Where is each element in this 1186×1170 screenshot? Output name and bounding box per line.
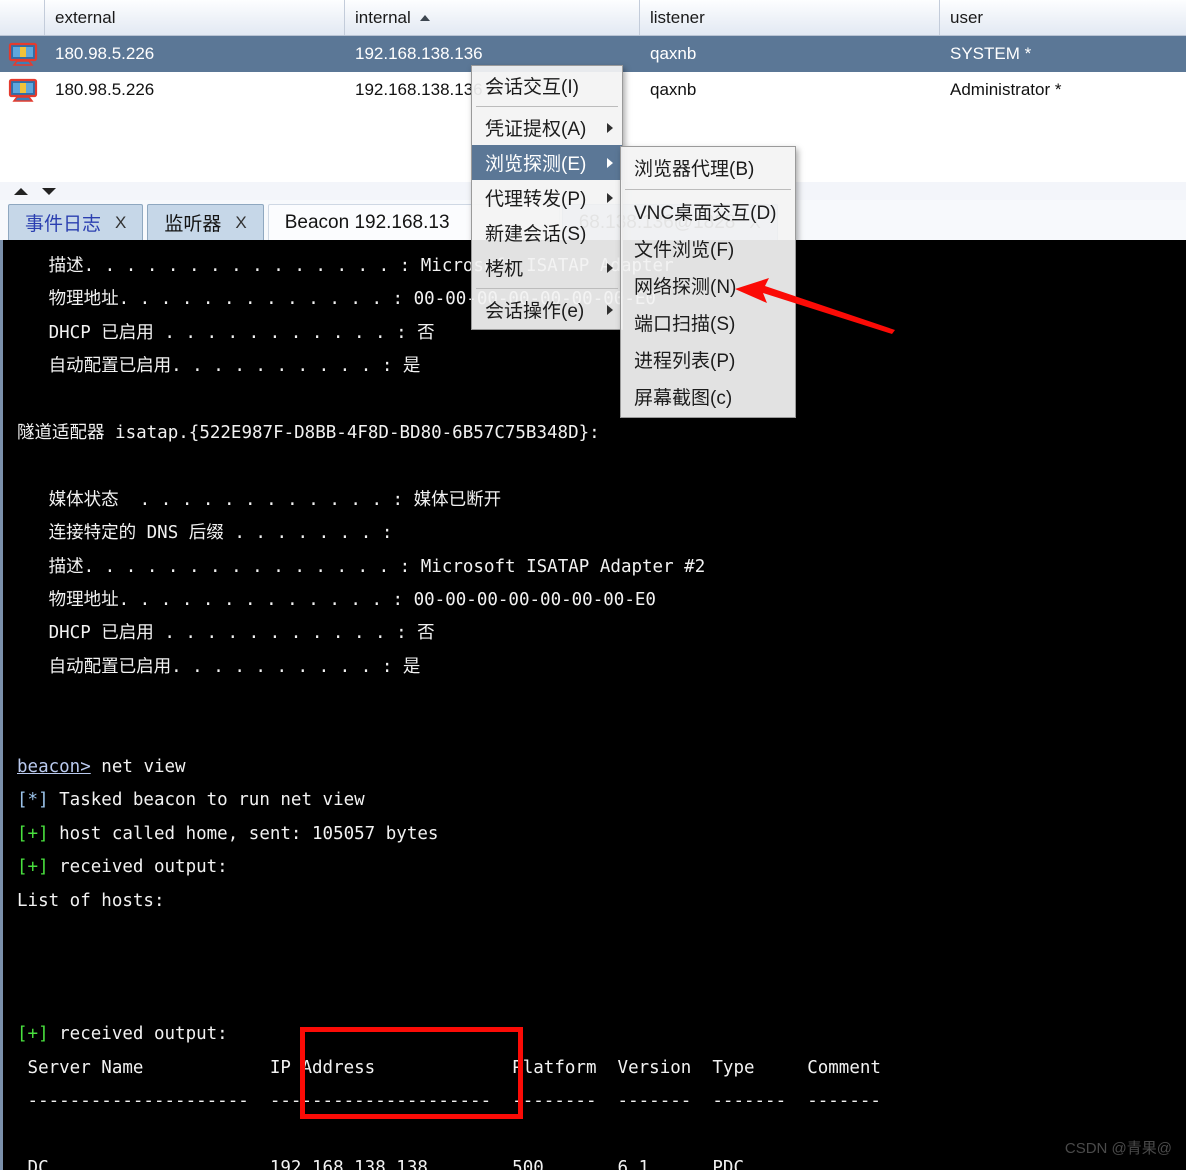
- session-table-header: external internal listener user: [0, 0, 1186, 36]
- cell-listener: qaxnb: [650, 80, 697, 99]
- menu-item-process-list-label: 进程列表(P): [634, 351, 736, 372]
- menu-item-proxy-pivot-label: 代理转发(P): [485, 189, 587, 210]
- menu-item-vnc-desktop[interactable]: VNC桌面交互(D): [621, 193, 795, 230]
- menu-item-file-browser-label: 文件浏览(F): [634, 240, 735, 261]
- chevron-right-icon: [607, 157, 613, 168]
- column-header-external-label: external: [55, 7, 116, 27]
- tab-event-log[interactable]: 事件日志 X: [8, 204, 144, 240]
- tab-beacon-label: Beacon 192.168.13: [284, 211, 450, 233]
- cell-user: SYSTEM *: [950, 44, 1032, 63]
- menu-item-browser-pivot-label: 浏览器代理(B): [634, 159, 755, 180]
- menu-item-screenshot[interactable]: 屏幕截图(c): [621, 378, 795, 415]
- menu-item-proxy-pivot[interactable]: 代理转发(P): [472, 180, 622, 215]
- tab-event-log-label: 事件日志: [25, 214, 102, 235]
- triangle-up-icon[interactable]: [14, 187, 28, 195]
- column-header-icon: [0, 0, 45, 35]
- menu-item-pivot-listener[interactable]: 栲杌: [472, 250, 622, 285]
- sort-ascending-arrow-icon: [419, 14, 430, 21]
- menu-item-credential-escalation-label: 凭证提权(A): [485, 119, 587, 140]
- triangle-down-icon[interactable]: [42, 187, 56, 195]
- menu-separator: [476, 106, 618, 107]
- close-icon[interactable]: X: [115, 213, 126, 233]
- column-header-external[interactable]: external: [45, 0, 345, 35]
- chevron-right-icon: [607, 304, 613, 315]
- menu-item-credential-escalation[interactable]: 凭证提权(A): [472, 110, 622, 145]
- highlight-box-ip-addresses: [300, 1027, 523, 1119]
- menu-item-screenshot-label: 屏幕截图(c): [634, 388, 733, 409]
- menu-item-new-session[interactable]: 新建会话(S): [472, 215, 622, 250]
- menu-item-new-session-label: 新建会话(S): [485, 224, 587, 245]
- cell-user: Administrator *: [950, 80, 1062, 99]
- menu-item-port-scan-label: 端口扫描(S): [634, 314, 736, 335]
- host-computer-icon: [0, 42, 45, 66]
- beacon-console[interactable]: 描述. . . . . . . . . . . . . . . : Micros…: [0, 240, 1186, 1170]
- host-computer-icon: [0, 78, 45, 102]
- menu-separator: [625, 189, 791, 190]
- menu-item-net-view-label: 网络探测(N): [634, 277, 737, 298]
- menu-item-browser-pivot[interactable]: 浏览器代理(B): [621, 149, 795, 186]
- chevron-right-icon: [607, 262, 613, 273]
- menu-item-session-interact-label: 会话交互(I): [485, 77, 579, 98]
- column-header-user-label: user: [950, 7, 984, 27]
- menu-item-browse-explore[interactable]: 浏览探测(E): [472, 145, 622, 180]
- chevron-right-icon: [607, 122, 613, 133]
- column-header-user[interactable]: user: [940, 0, 1186, 35]
- session-context-menu[interactable]: 会话交互(I) 凭证提权(A) 浏览探测(E) 代理转发(P) 新建会话(S) …: [471, 65, 623, 330]
- watermark: CSDN @青果@: [1064, 1140, 1172, 1157]
- cell-listener: qaxnb: [650, 44, 697, 63]
- menu-item-pivot-listener-label: 栲杌: [485, 259, 524, 280]
- menu-item-session-operations-label: 会话操作(e): [485, 301, 585, 322]
- menu-item-session-operations[interactable]: 会话操作(e): [472, 292, 622, 327]
- menu-item-session-interact[interactable]: 会话交互(I): [472, 68, 622, 103]
- menu-item-vnc-desktop-label: VNC桌面交互(D): [634, 203, 777, 224]
- column-header-internal[interactable]: internal: [345, 0, 640, 35]
- column-header-listener[interactable]: listener: [640, 0, 940, 35]
- menu-item-process-list[interactable]: 进程列表(P): [621, 341, 795, 378]
- chevron-right-icon: [607, 192, 613, 203]
- column-header-internal-label: internal: [355, 7, 411, 27]
- column-header-listener-label: listener: [650, 7, 705, 27]
- tab-listeners[interactable]: 监听器 X: [147, 204, 264, 240]
- cell-external: 180.98.5.226: [55, 80, 155, 99]
- cell-external: 180.98.5.226: [55, 44, 155, 63]
- menu-item-file-browser[interactable]: 文件浏览(F): [621, 230, 795, 267]
- console-output: 描述. . . . . . . . . . . . . . . : Micros…: [17, 256, 881, 1170]
- tab-listeners-label: 监听器: [164, 214, 222, 235]
- close-icon[interactable]: X: [235, 213, 246, 233]
- red-arrow-annotation: [735, 278, 895, 334]
- cell-internal: 192.168.138.136: [355, 44, 483, 63]
- menu-item-browse-explore-label: 浏览探测(E): [485, 154, 587, 175]
- menu-separator: [476, 288, 618, 289]
